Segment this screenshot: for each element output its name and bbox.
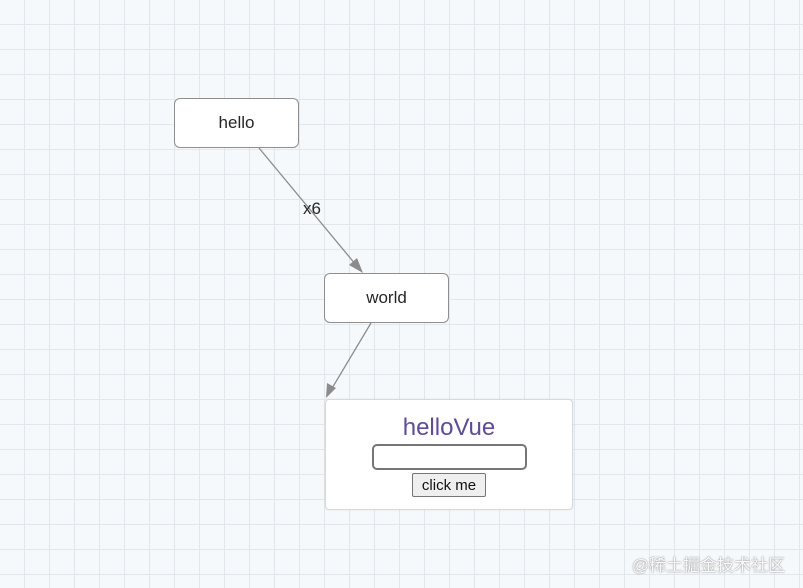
- vue-node-input[interactable]: [371, 444, 527, 470]
- watermark: @稀土掘金技术社区: [631, 556, 785, 575]
- node-label: world: [366, 288, 407, 307]
- vue-node-title: helloVue: [402, 414, 496, 441]
- edge-line: [327, 322, 372, 396]
- edge-label: x6: [303, 199, 321, 218]
- vue-node[interactable]: helloVue click me: [325, 399, 573, 510]
- edge-arrowhead-icon: [349, 258, 363, 273]
- click-me-button[interactable]: click me: [411, 473, 487, 497]
- node-label: hello: [218, 113, 255, 132]
- node-hello[interactable]: hello: [174, 98, 299, 148]
- node-world[interactable]: world: [324, 273, 449, 323]
- edge-world-vue[interactable]: [326, 322, 372, 398]
